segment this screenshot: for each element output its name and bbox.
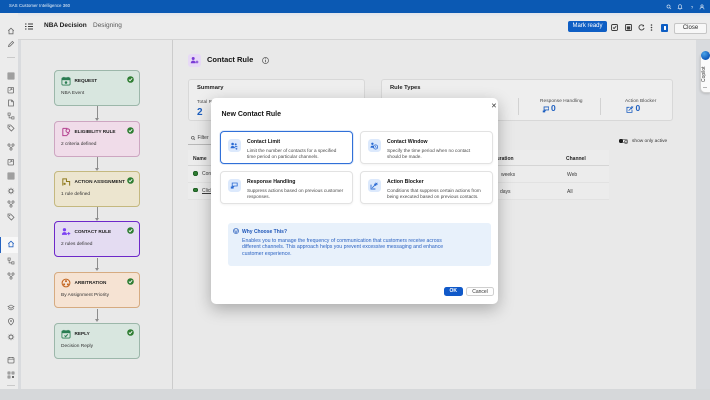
- svg-text:?: ?: [690, 5, 693, 10]
